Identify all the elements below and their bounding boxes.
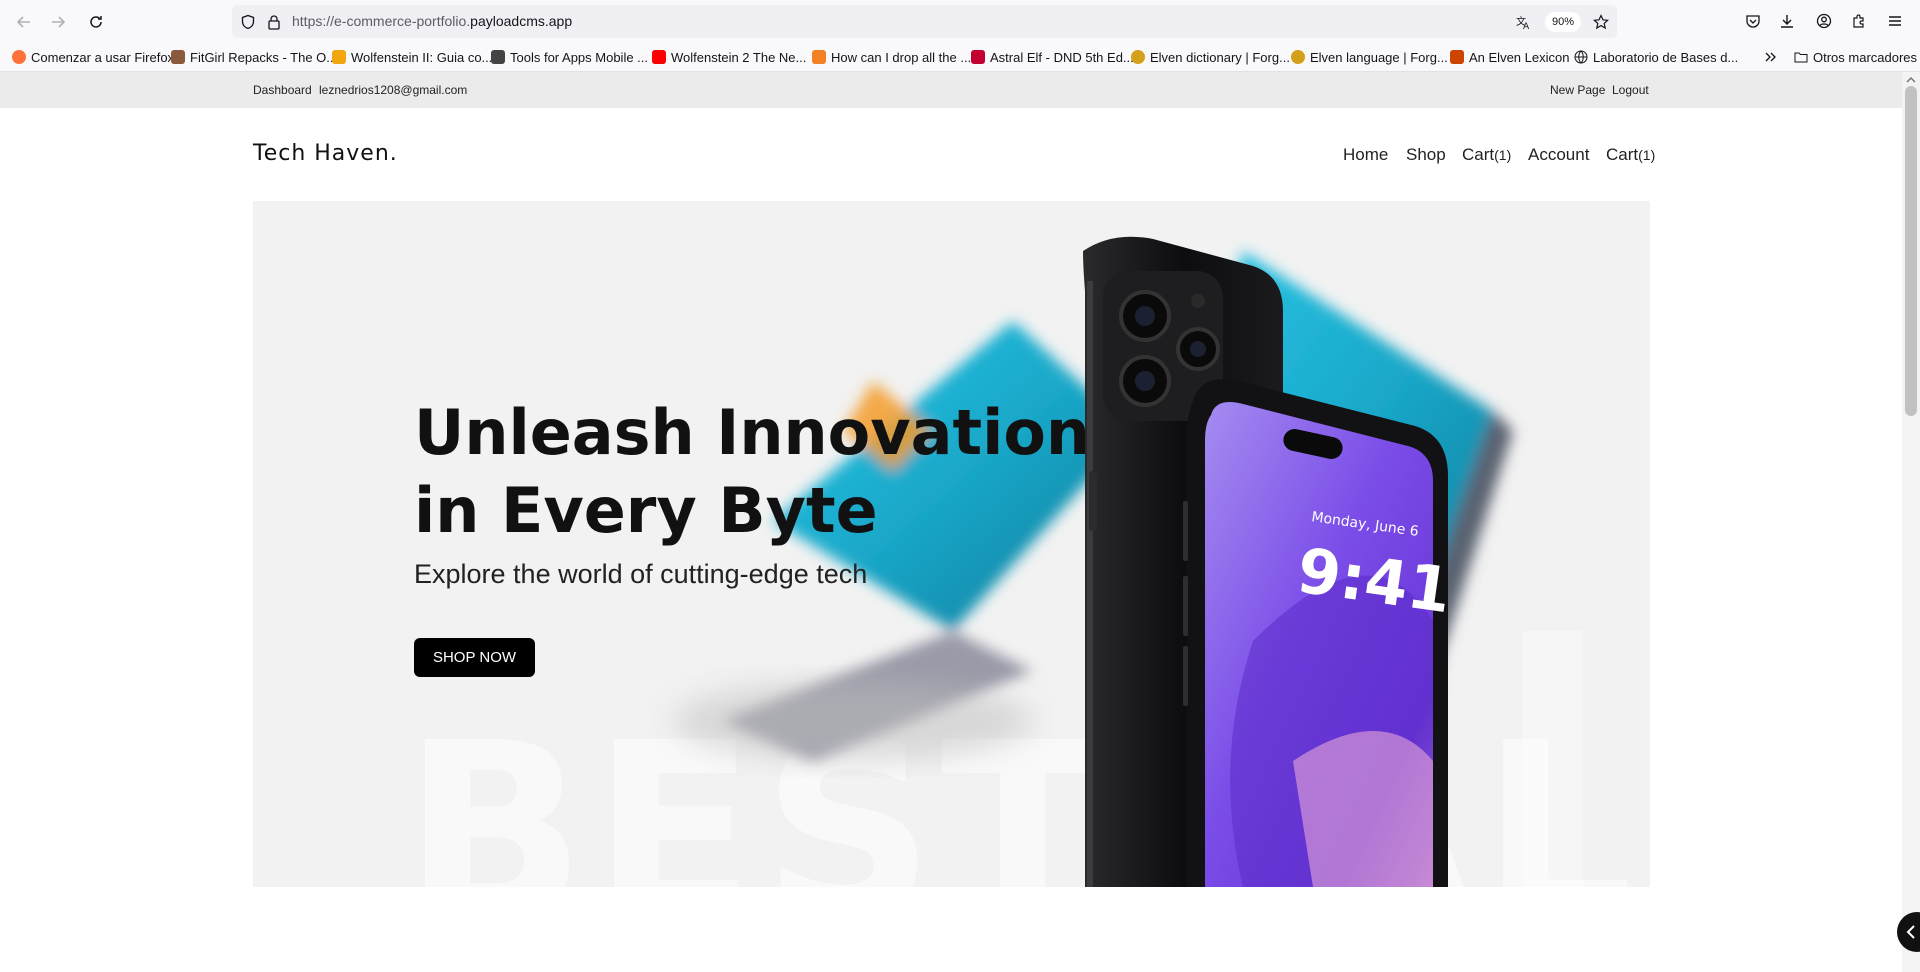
chevron-left-icon [1906,925,1915,939]
bookmark-item[interactable]: Comenzar a usar Firefox [12,48,174,66]
hero-title-line-1: Unleash Innovation [414,396,1091,469]
hero-title-line-2: in Every Byte [414,474,878,547]
reload-button[interactable] [84,10,108,34]
elven-lexicon-icon [1450,50,1464,64]
bookmark-label: Tools for Apps Mobile ... [510,49,649,65]
bookmarks-overflow-button[interactable] [1764,48,1778,66]
folder-icon [1794,52,1808,63]
bookmark-label: FitGirl Repacks - The O... [190,49,338,65]
bookmark-item[interactable]: Astral Elf - DND 5th Ed... [971,48,1134,66]
cart-label: Cart [1606,145,1639,164]
nav-home[interactable]: Home [1343,145,1388,165]
url-prefix: https://e-commerce-portfolio. [292,13,471,29]
downloads-icon[interactable] [1776,10,1798,32]
extensions-icon[interactable] [1848,10,1870,32]
star-icon[interactable] [1592,13,1610,31]
new-page-link[interactable]: New Page [1550,83,1605,97]
bookmark-item[interactable]: Wolfenstein 2 The Ne... [652,48,806,66]
bookmark-item[interactable]: Elven language | Forg... [1291,48,1448,66]
url-text[interactable]: https://e-commerce-portfolio.payloadcms.… [292,13,572,29]
forward-arrow-icon [52,16,66,28]
scrollbar-thumb[interactable] [1905,86,1917,416]
firefox-icon [12,50,26,64]
bookmark-label: Comenzar a usar Firefox [31,49,175,65]
account-icon[interactable] [1813,10,1835,32]
admin-bar: Dashboard leznedrios1208@gmail.com New P… [0,72,1902,108]
svg-text:A: A [1523,22,1530,30]
bookmark-label: How can I drop all the ... [831,49,972,65]
bookmark-item[interactable]: FitGirl Repacks - The O... [171,48,337,66]
cart-count: (1) [1494,147,1512,163]
hero-subtitle: Explore the world of cutting-edge tech [414,559,868,589]
back-button[interactable] [12,10,36,34]
shield-icon[interactable] [239,13,257,31]
back-arrow-icon [16,16,30,28]
hero-banner: BESTSALE [253,201,1650,887]
hero-title: Unleash Innovation in Every Byte [414,394,1090,550]
nav-cart[interactable]: Cart(1) [1462,145,1511,165]
nav-account[interactable]: Account [1528,145,1589,165]
youtube-icon [652,50,666,64]
lock-icon[interactable] [265,13,283,31]
translate-icon[interactable]: 文A [1514,13,1532,31]
forgotten-realms-icon [1291,50,1305,64]
bookmark-label: Elven language | Forg... [1310,49,1448,65]
bookmark-item[interactable]: An Elven Lexicon [1450,48,1569,66]
forgotten-realms-icon [1131,50,1145,64]
logout-link[interactable]: Logout [1612,83,1649,97]
scroll-up-icon[interactable] [1902,74,1920,86]
bookmark-item[interactable]: Tools for Apps Mobile ... [491,48,648,66]
user-email[interactable]: leznedrios1208@gmail.com [319,83,467,97]
bookmark-label: Elven dictionary | Forg... [1150,49,1290,65]
bookmark-label: Wolfenstein II: Guia co... [351,49,493,65]
bookmark-item[interactable]: How can I drop all the ... [812,48,971,66]
double-chevron-icon [1765,52,1776,62]
nav-shop[interactable]: Shop [1406,145,1446,165]
wolfenstein-guide-icon [332,50,346,64]
bookmark-item[interactable]: Laboratorio de Bases d... [1574,48,1738,66]
url-bar[interactable]: https://e-commerce-portfolio.payloadcms.… [232,5,1617,38]
bookmark-label: An Elven Lexicon [1469,49,1570,65]
tools-apps-icon [491,50,505,64]
other-bookmarks-folder[interactable]: Otros marcadores [1794,48,1917,66]
floating-toggle-button[interactable] [1897,912,1920,952]
shop-now-button[interactable]: SHOP NOW [414,638,535,677]
bookmark-item[interactable]: Elven dictionary | Forg... [1131,48,1290,66]
nav-cart-secondary[interactable]: Cart(1) [1606,145,1655,165]
bookmark-label: Laboratorio de Bases d... [1593,49,1739,65]
bookmark-label: Astral Elf - DND 5th Ed... [990,49,1134,65]
folder-label: Otros marcadores [1813,49,1918,65]
url-domain: payloadcms.app [470,13,573,29]
fitgirl-icon [171,50,185,64]
bookmark-item[interactable]: Wolfenstein II: Guia co... [332,48,492,66]
cart-count: (1) [1638,147,1656,163]
browser-toolbar: https://e-commerce-portfolio.payloadcms.… [0,0,1920,43]
reload-icon [90,16,102,28]
bookmarks-bar: Comenzar a usar Firefox FitGirl Repacks … [0,43,1920,72]
bookmark-label: Wolfenstein 2 The Ne... [671,49,807,65]
globe-icon [1574,50,1588,64]
zoom-level[interactable]: 90% [1545,12,1582,32]
pocket-icon[interactable] [1742,10,1764,32]
stackoverflow-icon [812,50,826,64]
menu-icon[interactable] [1884,10,1906,32]
cart-label: Cart [1462,145,1495,164]
dnd-icon [971,50,985,64]
forward-button[interactable] [46,10,70,34]
site-logo[interactable]: Tech Haven. [253,141,398,166]
dashboard-link[interactable]: Dashboard [253,83,312,97]
